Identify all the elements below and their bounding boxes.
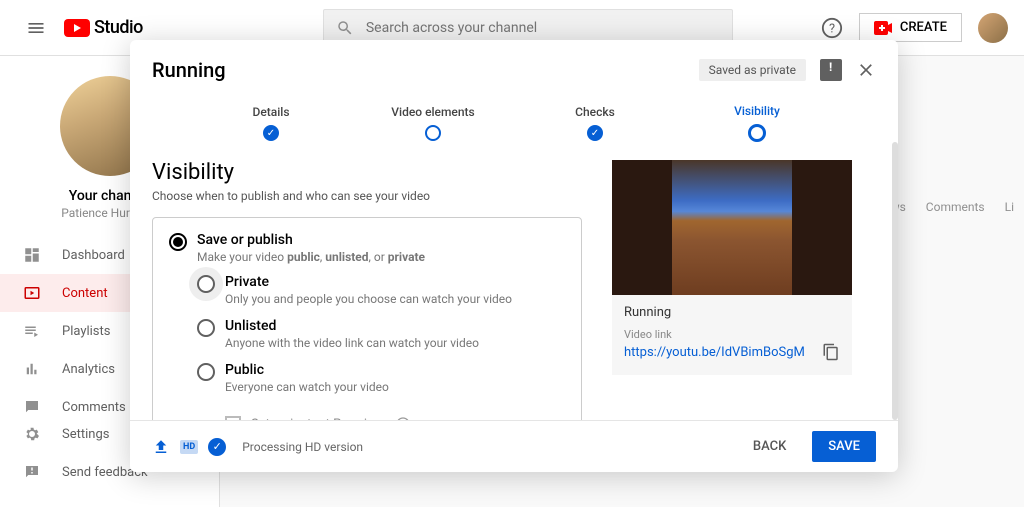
account-avatar[interactable] xyxy=(978,13,1008,43)
search-input[interactable] xyxy=(366,20,720,36)
stepper: Details Video elements Checks Visibility xyxy=(130,96,898,142)
send-feedback-icon[interactable] xyxy=(820,59,842,81)
step-label: Visibility xyxy=(676,104,838,118)
step-dot-icon xyxy=(748,124,766,142)
youtube-icon xyxy=(64,19,90,37)
header-right: ? CREATE xyxy=(821,13,1008,43)
section-subtitle: Choose when to publish and who can see y… xyxy=(152,189,582,203)
step-label: Video elements xyxy=(352,105,514,119)
dialog-footer: HD ✓ Processing HD version BACK SAVE xyxy=(130,420,898,472)
video-thumbnail[interactable] xyxy=(612,160,852,295)
help-icon[interactable]: ? xyxy=(821,17,843,39)
premiere-row[interactable]: Set as instant Premiere ? xyxy=(225,416,565,420)
dialog-title: Running xyxy=(152,58,226,82)
option-sub: Make your video public, unlisted, or pri… xyxy=(197,250,425,264)
step-label: Checks xyxy=(514,105,676,119)
option-title: Private xyxy=(225,274,512,290)
sidebar-item-label: Comments xyxy=(62,400,126,415)
step-video-elements[interactable]: Video elements xyxy=(352,105,514,141)
preview-link-row: https://youtu.be/IdVBimBoSgM xyxy=(624,343,840,361)
radio-save-or-publish[interactable]: Save or publish Make your video public, … xyxy=(169,232,565,264)
logo-text: Studio xyxy=(94,17,143,38)
step-dot-icon xyxy=(587,125,603,141)
sidebar-item-label: Content xyxy=(62,286,108,301)
search-icon xyxy=(336,19,354,37)
create-button[interactable]: CREATE xyxy=(859,13,962,42)
back-button[interactable]: BACK xyxy=(737,431,802,462)
preview-title: Running xyxy=(624,305,840,320)
preview-link[interactable]: https://youtu.be/IdVBimBoSgM xyxy=(624,345,805,360)
hamburger-icon xyxy=(26,18,46,38)
dashboard-icon xyxy=(22,246,42,264)
radio-icon xyxy=(197,363,215,381)
gear-icon xyxy=(22,425,42,443)
close-icon xyxy=(856,60,876,80)
check-icon: ✓ xyxy=(208,438,226,456)
radio-icon xyxy=(197,319,215,337)
sub-options: Private Only you and people you choose c… xyxy=(197,274,565,420)
close-button[interactable] xyxy=(856,60,876,80)
sidebar-item-label: Playlists xyxy=(62,324,110,339)
saved-badge: Saved as private xyxy=(699,59,806,81)
radio-icon xyxy=(169,233,187,251)
radio-icon xyxy=(197,275,215,293)
step-dot-icon xyxy=(425,125,441,141)
radio-unlisted[interactable]: Unlisted Anyone with the video link can … xyxy=(197,318,565,350)
svg-text:?: ? xyxy=(829,21,835,36)
option-sub: Everyone can watch your video xyxy=(225,380,389,394)
sidebar-item-label: Settings xyxy=(62,427,109,442)
content-icon xyxy=(22,284,42,302)
dialog-header: Running Saved as private xyxy=(130,40,898,96)
col-likes: Li xyxy=(1005,200,1014,214)
create-icon xyxy=(874,21,892,35)
playlists-icon xyxy=(22,322,42,340)
step-details[interactable]: Details xyxy=(190,105,352,141)
step-label: Details xyxy=(190,105,352,119)
step-visibility[interactable]: Visibility xyxy=(676,104,838,142)
option-title: Save or publish xyxy=(197,232,425,248)
help-icon[interactable]: ? xyxy=(395,416,411,420)
feedback-icon xyxy=(22,463,42,481)
step-checks[interactable]: Checks xyxy=(514,105,676,141)
visibility-option-box: Save or publish Make your video public, … xyxy=(152,217,582,420)
upload-dialog: Running Saved as private Details Video e… xyxy=(130,40,898,472)
analytics-icon xyxy=(22,360,42,378)
hd-badge: HD xyxy=(180,440,198,454)
logo[interactable]: Studio xyxy=(64,17,143,38)
preview-link-label: Video link xyxy=(624,328,840,341)
option-title: Public xyxy=(225,362,389,378)
col-comments: Comments xyxy=(926,200,985,214)
upload-icon xyxy=(152,438,170,456)
comments-icon xyxy=(22,398,42,416)
copy-icon[interactable] xyxy=(822,343,840,361)
dialog-left: Visibility Choose when to publish and wh… xyxy=(152,160,582,420)
dialog-header-right: Saved as private xyxy=(699,59,876,81)
sidebar-item-label: Analytics xyxy=(62,362,115,377)
option-sub: Only you and people you choose can watch… xyxy=(225,292,512,306)
hamburger-menu-button[interactable] xyxy=(16,8,56,48)
preview-info: Running Video link https://youtu.be/IdVB… xyxy=(612,295,852,375)
save-button[interactable]: SAVE xyxy=(812,431,876,462)
section-title: Visibility xyxy=(152,160,582,185)
radio-public[interactable]: Public Everyone can watch your video xyxy=(197,362,565,394)
scrollbar[interactable] xyxy=(892,142,898,420)
checkbox-icon xyxy=(225,416,241,420)
dialog-body: Visibility Choose when to publish and wh… xyxy=(130,142,898,420)
option-sub: Anyone with the video link can watch you… xyxy=(225,336,479,350)
option-title: Unlisted xyxy=(225,318,479,334)
processing-text: Processing HD version xyxy=(242,440,363,454)
premiere-label: Set as instant Premiere xyxy=(251,417,385,421)
dialog-right: Running Video link https://youtu.be/IdVB… xyxy=(612,160,862,420)
step-dot-icon xyxy=(263,125,279,141)
radio-private[interactable]: Private Only you and people you choose c… xyxy=(197,274,565,306)
footer-right: BACK SAVE xyxy=(737,431,876,462)
create-label: CREATE xyxy=(900,20,947,35)
sidebar-item-label: Dashboard xyxy=(62,248,125,263)
